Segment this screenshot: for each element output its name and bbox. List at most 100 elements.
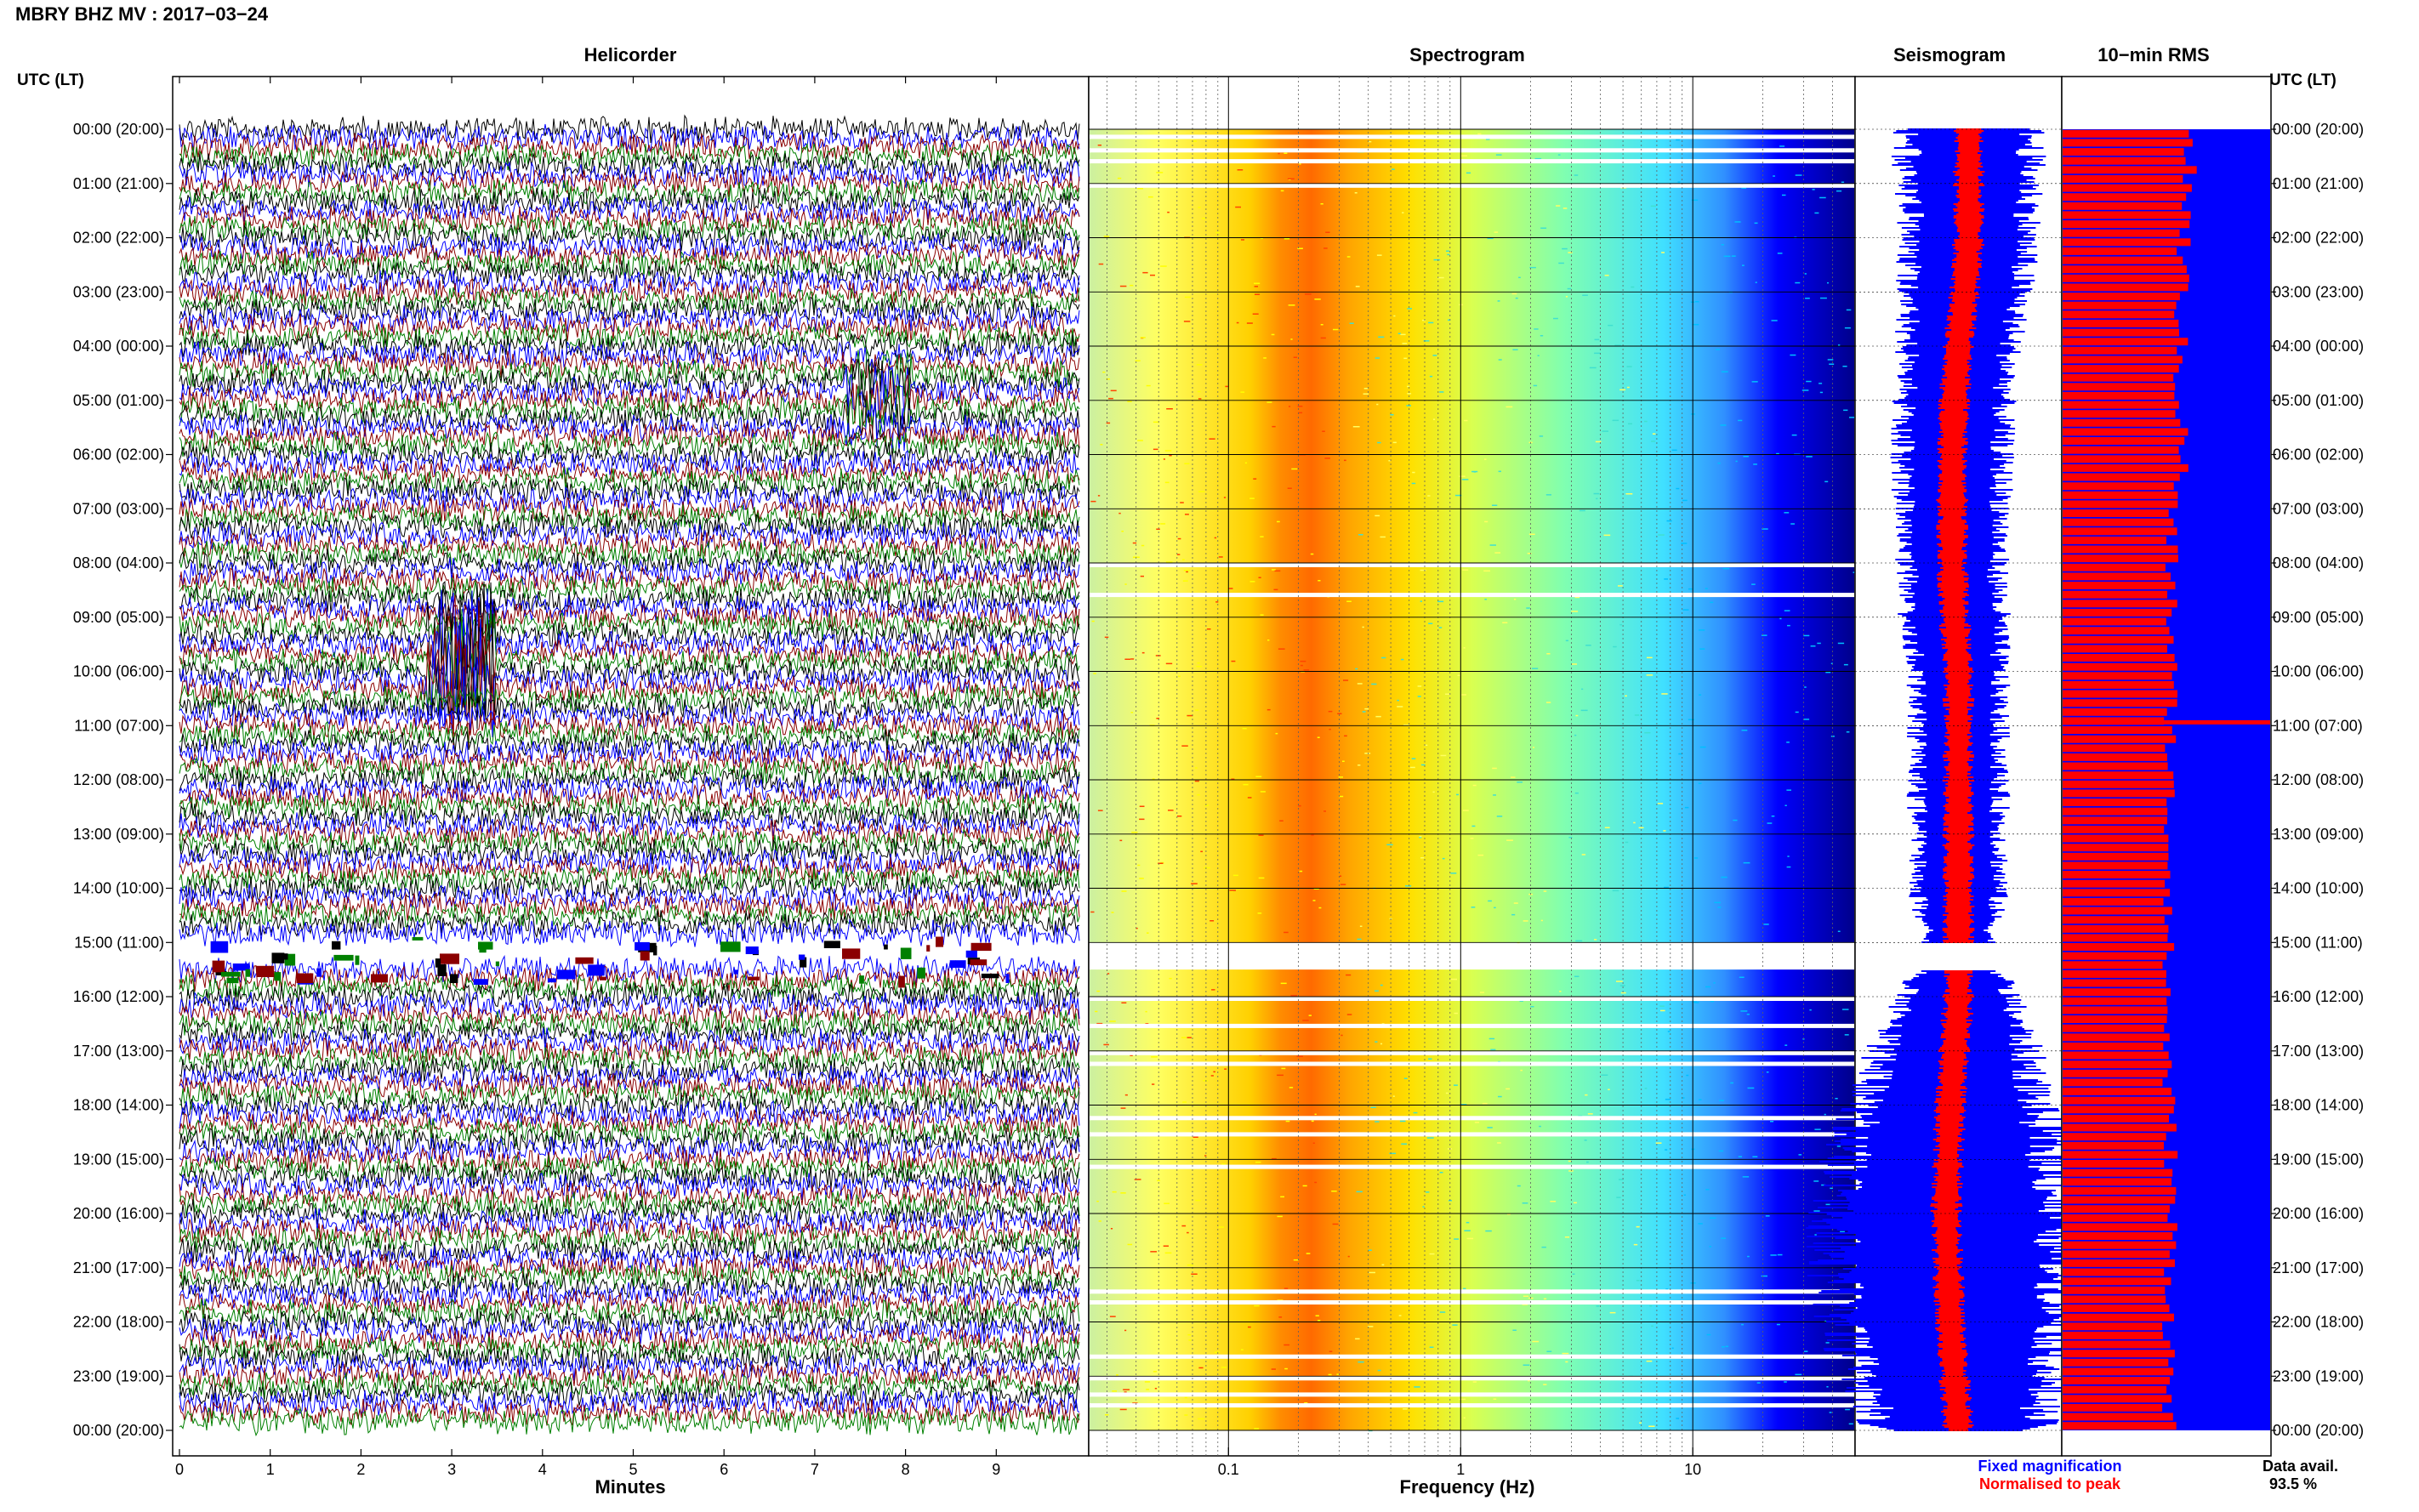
- spectrogram-speckle: [1267, 639, 1270, 641]
- helicorder-gap-fragment: [748, 976, 760, 981]
- spectrogram-speckle: [1314, 1113, 1317, 1116]
- spectrogram-speckle: [1482, 1102, 1488, 1105]
- spectrogram-speckle: [1562, 1352, 1569, 1355]
- spectrogram-speckle: [1619, 389, 1625, 391]
- spectrogram-gap-line: [1090, 148, 1854, 153]
- spectrogram-speckle: [1299, 163, 1301, 165]
- spectrogram-speckle: [1272, 425, 1276, 428]
- spectrogram-speckle: [1311, 1120, 1314, 1123]
- rms-bar: [2063, 897, 2164, 906]
- spectrogram-speckle: [1488, 900, 1492, 902]
- spectrogram-speckle: [1771, 816, 1775, 817]
- spectrogram-speckle: [1281, 1067, 1286, 1070]
- spectrogram-speckle: [1767, 822, 1773, 824]
- spectrogram-speckle: [1362, 711, 1366, 713]
- spectrogram-speckle: [1187, 1333, 1191, 1336]
- spectrogram-speckle: [1717, 907, 1722, 908]
- helicorder-gap-fragment: [733, 969, 738, 975]
- rms-bar: [2063, 997, 2167, 1005]
- spectrogram-speckle: [1197, 390, 1201, 393]
- rms-bar: [2063, 1232, 2173, 1240]
- spectrogram-speckle: [1829, 1412, 1832, 1413]
- spectrogram-speckle: [1483, 570, 1490, 572]
- spectrogram-speckle: [1523, 920, 1528, 922]
- spectrogram-speckle: [1192, 140, 1197, 142]
- spectrogram-speckle: [1842, 366, 1847, 367]
- spectrogram-speckle: [1699, 746, 1706, 748]
- spectrogram-speckle: [1790, 354, 1796, 356]
- spectrogram-speckle: [1338, 776, 1343, 778]
- spectrogram-speckle: [1513, 902, 1518, 904]
- spectrogram-speckle: [1445, 693, 1450, 695]
- spectrogram-speckle: [1543, 890, 1547, 892]
- rms-bar: [2063, 554, 2178, 563]
- helicorder-gap-fragment: [210, 941, 229, 953]
- helicorder-x-tick-label: 7: [811, 1461, 819, 1478]
- spectrogram-speckle: [1390, 414, 1394, 416]
- spectrogram-speckle: [1318, 907, 1322, 909]
- spectrogram-speckle: [1249, 497, 1255, 499]
- spectrogram-speckle: [1505, 1088, 1510, 1090]
- rms-bar: [2063, 482, 2174, 491]
- spectrogram-gap-line: [1090, 1061, 1854, 1066]
- rms-bar: [2063, 274, 2189, 282]
- spectrogram-speckle: [1836, 190, 1842, 192]
- spectrogram-speckle: [1466, 172, 1471, 174]
- rms-bar: [2063, 1033, 2170, 1042]
- rms-bar: [2063, 1214, 2168, 1222]
- row-label-left: 03:00 (23:00): [73, 283, 164, 300]
- spectrogram-speckle: [1801, 389, 1809, 391]
- spectrogram-speckle: [1340, 1034, 1343, 1037]
- spectrogram-speckle: [1417, 685, 1422, 687]
- spectrogram-speckle: [1684, 806, 1689, 809]
- helicorder-gap-fragment: [440, 953, 459, 964]
- spectrogram-speckle: [1420, 857, 1425, 859]
- spectrogram-speckle: [1178, 675, 1181, 677]
- helicorder-gap-fragment: [220, 971, 241, 977]
- spectrogram-speckle: [1572, 663, 1577, 665]
- rms-spike-bar: [2063, 719, 2270, 725]
- spectrogram-speckle: [1120, 1192, 1126, 1194]
- spectrogram-speckle: [1426, 1137, 1434, 1139]
- spectrogram-speckle: [1347, 1255, 1350, 1258]
- spectrogram-speckle: [1153, 448, 1158, 451]
- spectrogram-speckle: [1633, 821, 1636, 824]
- spectrogram-speckle: [1413, 1111, 1418, 1114]
- spectrogram-speckle: [1300, 660, 1306, 662]
- spectrogram-speckle: [1117, 177, 1122, 179]
- spectrogram-speckle: [1407, 385, 1410, 388]
- spectrogram-speckle: [1429, 1253, 1435, 1255]
- spectrogram-speckle: [1124, 583, 1127, 585]
- row-label-left: 04:00 (00:00): [73, 338, 164, 355]
- spectrogram-speckle: [1275, 732, 1278, 735]
- spectrogram-speckle: [1820, 297, 1827, 299]
- rms-bar: [2063, 1106, 2174, 1114]
- spectrogram-speckle: [1678, 753, 1682, 755]
- spectrogram-speckle: [1466, 1237, 1474, 1240]
- spectrogram-speckle: [1618, 585, 1623, 587]
- spectrogram-speckle: [1620, 992, 1626, 994]
- spectrogram-speckle: [1849, 417, 1856, 418]
- spectrogram-speckle: [1283, 1287, 1289, 1289]
- spectrogram-speckle: [1278, 648, 1285, 650]
- spectrogram-gap-line: [1090, 1164, 1854, 1169]
- spectrogram-speckle: [1247, 797, 1252, 799]
- spectrogram-speckle: [1377, 441, 1381, 444]
- spectrogram-speckle: [1777, 1253, 1783, 1256]
- helicorder-x-tick-label: 4: [538, 1461, 547, 1478]
- spectrogram-speckle: [1433, 259, 1441, 261]
- spectrogram-speckle: [1438, 627, 1443, 628]
- spectrogram-speckle: [1420, 764, 1426, 766]
- spectrogram-speckle: [1144, 1381, 1150, 1383]
- helicorder-gap-fragment: [547, 978, 556, 983]
- rms-bar: [2063, 1295, 2166, 1304]
- row-label-right: 00:00 (20:00): [2273, 1422, 2364, 1439]
- spectrogram-speckle: [1787, 855, 1790, 857]
- helicorder-gap-fragment: [981, 973, 999, 979]
- spectrogram-speckle: [1198, 398, 1202, 400]
- rms-bar: [2063, 600, 2177, 608]
- spectrogram-speckle: [1814, 1234, 1817, 1236]
- rms-panel: [2061, 76, 2272, 1457]
- spectrogram-gap-line: [1090, 1392, 1854, 1397]
- spectrogram-speckle: [1659, 1005, 1665, 1007]
